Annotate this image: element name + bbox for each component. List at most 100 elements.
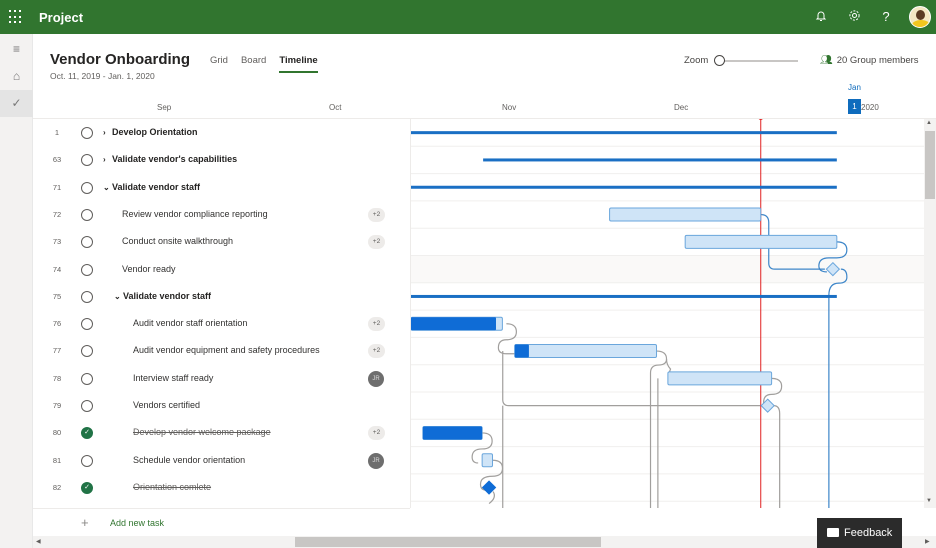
- task-name-text: Audit vendor equipment and safety proced…: [133, 345, 320, 356]
- task-row[interactable]: 71 ⌄ Validate vendor staff: [33, 174, 410, 201]
- chevron-right-icon[interactable]: ›: [103, 155, 112, 164]
- app-launcher-icon[interactable]: [9, 10, 23, 24]
- assignee-avatar[interactable]: JR: [368, 370, 384, 387]
- scroll-up-icon[interactable]: ▲: [926, 120, 932, 126]
- complete-task-checkbox[interactable]: [81, 454, 93, 467]
- task-bar[interactable]: [667, 371, 773, 386]
- group-members-button[interactable]: 👥︎ 20 Group members: [820, 55, 919, 66]
- complete-task-checkbox[interactable]: [81, 154, 93, 167]
- app-name[interactable]: Project: [39, 10, 83, 25]
- task-row[interactable]: 72 Review vendor compliance reporting +2: [33, 201, 410, 228]
- task-bar[interactable]: [609, 207, 762, 222]
- task-name[interactable]: Vendors certified: [133, 400, 200, 410]
- task-name[interactable]: Orientation comlete: [133, 482, 211, 492]
- summary-bar[interactable]: [411, 294, 837, 298]
- task-row[interactable]: 1 › Develop Orientation: [33, 119, 410, 146]
- task-name[interactable]: Interview staff ready: [133, 373, 213, 383]
- zoom-slider-track[interactable]: [718, 60, 798, 62]
- zoom-slider-thumb[interactable]: [714, 55, 725, 66]
- chevron-right-icon[interactable]: ›: [103, 128, 112, 137]
- task-bar[interactable]: [684, 234, 838, 249]
- task-row-number: 78: [52, 373, 62, 383]
- vertical-scroll-thumb[interactable]: [925, 131, 935, 199]
- hamburger-icon[interactable]: ≡: [0, 36, 33, 63]
- task-name[interactable]: Review vendor compliance reporting: [122, 209, 268, 219]
- bell-icon[interactable]: [813, 9, 829, 25]
- help-icon[interactable]: ?: [878, 9, 894, 25]
- assignee-count-badge[interactable]: +2: [368, 207, 385, 222]
- complete-task-checkbox[interactable]: [81, 208, 93, 221]
- task-bar[interactable]: [514, 344, 658, 359]
- task-name[interactable]: › Validate vendor's capabilities: [103, 154, 237, 164]
- task-row[interactable]: 82 ✓ Orientation comlete: [33, 474, 410, 501]
- task-progress[interactable]: [411, 317, 496, 331]
- feedback-button[interactable]: Feedback: [817, 518, 902, 548]
- assignee-count-badge[interactable]: +2: [368, 317, 385, 332]
- task-name[interactable]: ⌄ Validate vendor staff: [114, 291, 211, 301]
- today-marker[interactable]: [758, 119, 763, 120]
- horizontal-scroll-thumb[interactable]: [295, 537, 601, 547]
- assignee-count-badge[interactable]: +2: [368, 235, 385, 250]
- view-tabs: Grid Board Timeline: [210, 55, 331, 73]
- chevron-down-icon[interactable]: ⌄: [114, 292, 123, 301]
- task-progress[interactable]: [422, 426, 483, 440]
- scroll-left-icon[interactable]: ◀: [36, 538, 41, 545]
- summary-bar[interactable]: [411, 185, 837, 189]
- task-row[interactable]: 63 › Validate vendor's capabilities: [33, 146, 410, 173]
- task-row[interactable]: 80 ✓ Develop vendor welcome package +2: [33, 419, 410, 446]
- home-icon[interactable]: ⌂: [0, 63, 33, 90]
- completed-checkbox[interactable]: ✓: [81, 481, 93, 494]
- task-row[interactable]: 81 Schedule vendor orientation JR: [33, 447, 410, 474]
- scroll-down-icon[interactable]: ▼: [926, 498, 932, 504]
- task-row-number: 77: [52, 346, 62, 356]
- task-row[interactable]: 74 Vendor ready: [33, 256, 410, 283]
- task-name[interactable]: Conduct onsite walkthrough: [122, 236, 233, 246]
- assignee-avatar[interactable]: JR: [368, 452, 384, 469]
- task-row-number: 81: [52, 455, 62, 465]
- people-icon: 👥︎: [820, 55, 833, 66]
- user-avatar[interactable]: [909, 6, 931, 28]
- task-row[interactable]: 79 Vendors certified: [33, 392, 410, 419]
- complete-task-checkbox[interactable]: [81, 400, 93, 412]
- assignee-count-badge[interactable]: +2: [368, 426, 385, 441]
- complete-task-checkbox[interactable]: [81, 372, 93, 385]
- task-progress[interactable]: [514, 344, 529, 358]
- assignee-count-badge[interactable]: +2: [368, 344, 385, 359]
- summary-bar[interactable]: [411, 131, 837, 135]
- horizontal-scrollbar[interactable]: ◀ ▶: [33, 536, 936, 548]
- task-row[interactable]: 76 Audit vendor staff orientation +2: [33, 310, 410, 337]
- task-name[interactable]: Vendor ready: [122, 264, 176, 274]
- task-row-number: 73: [52, 237, 62, 247]
- task-row[interactable]: 75 ⌄ Validate vendor staff: [33, 283, 410, 310]
- tab-grid[interactable]: Grid: [210, 55, 228, 73]
- add-new-task-label[interactable]: Add new task: [110, 518, 164, 528]
- scroll-right-icon[interactable]: ▶: [925, 538, 930, 545]
- task-name[interactable]: Schedule vendor orientation: [133, 455, 245, 465]
- task-row[interactable]: 73 Conduct onsite walkthrough +2: [33, 228, 410, 255]
- task-name[interactable]: Audit vendor staff orientation: [133, 318, 247, 328]
- task-name[interactable]: › Develop Orientation: [103, 127, 198, 137]
- complete-task-checkbox[interactable]: [81, 127, 93, 139]
- complete-task-checkbox[interactable]: [81, 181, 93, 194]
- checkmark-icon[interactable]: ✓: [0, 90, 33, 117]
- task-bar[interactable]: [481, 453, 494, 468]
- task-row[interactable]: 77 Audit vendor equipment and safety proc…: [33, 337, 410, 364]
- tab-timeline[interactable]: Timeline: [279, 55, 318, 73]
- summary-bar[interactable]: [483, 158, 837, 162]
- task-name[interactable]: Develop vendor welcome package: [133, 427, 271, 437]
- add-new-task-row[interactable]: + Add new task: [33, 508, 410, 536]
- complete-task-checkbox[interactable]: [81, 318, 93, 331]
- complete-task-checkbox[interactable]: [81, 290, 93, 303]
- complete-task-checkbox[interactable]: [81, 236, 93, 249]
- completed-checkbox[interactable]: ✓: [81, 427, 93, 440]
- chevron-down-icon[interactable]: ⌄: [103, 183, 112, 192]
- complete-task-checkbox[interactable]: [81, 263, 93, 276]
- tab-board[interactable]: Board: [241, 55, 266, 73]
- vertical-scrollbar[interactable]: ▲ ▼: [924, 119, 936, 508]
- gear-icon[interactable]: [846, 9, 862, 25]
- task-name[interactable]: Audit vendor equipment and safety proced…: [133, 345, 320, 355]
- task-row-number: 79: [52, 401, 62, 410]
- task-name[interactable]: ⌄ Validate vendor staff: [103, 182, 200, 192]
- task-row[interactable]: 78 Interview staff ready JR: [33, 365, 410, 392]
- complete-task-checkbox[interactable]: [81, 345, 93, 358]
